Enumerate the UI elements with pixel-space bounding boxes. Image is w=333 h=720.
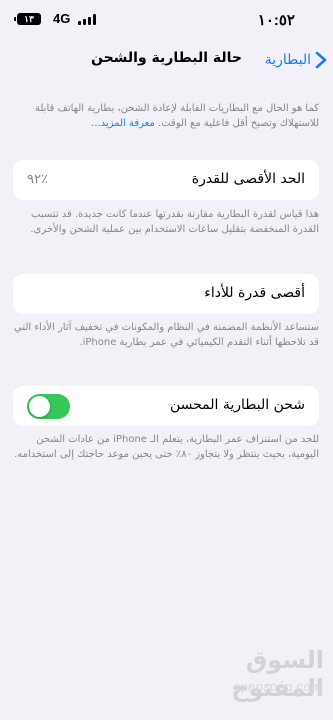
optimized-charging-toggle[interactable]: [27, 394, 70, 419]
optimized-charging-note: للحد من استنزاف عمر البطارية، يتعلم الـ …: [14, 434, 319, 460]
watermark-latin: opensooq.com: [233, 679, 322, 694]
back-button-label: البطارية: [264, 52, 311, 68]
opensooq-watermark: السوق المفتوح opensooq.com: [160, 646, 330, 706]
max-capacity-row: الحد الأقصى للقدرة ٩٢٪: [13, 160, 319, 200]
nav-bar: حالة البطارية والشحن البطارية: [0, 44, 333, 76]
max-capacity-value: ٩٢٪: [27, 172, 48, 187]
status-time: ١٠:٥٢: [257, 12, 295, 29]
peak-performance-row: أقصى قدرة للأداء: [13, 274, 319, 314]
battery-icon: ١٣: [14, 13, 41, 25]
max-capacity-label: الحد الأقصى للقدرة: [191, 171, 305, 187]
max-capacity-note: هذا قياس لقدرة البطارية مقارنة بقدرتها ع…: [30, 209, 319, 235]
back-button[interactable]: البطارية: [265, 48, 327, 72]
intro-text: كما هو الحال مع البطاريات القابلة لإعادة…: [14, 101, 319, 131]
signal-icon: [78, 14, 96, 25]
toggle-knob: [29, 396, 50, 417]
network-type: 4G: [53, 11, 71, 26]
peak-performance-note: ستساعد الأنظمة المضمنة في النظام والمكون…: [14, 322, 319, 348]
learn-more-link[interactable]: معرفة المزيد...: [91, 118, 155, 129]
peak-performance-label: أقصى قدرة للأداء: [204, 285, 305, 301]
optimized-charging-row: شحن البطارية المحسن: [13, 386, 319, 426]
status-bar: ١٣ 4G ١٠:٥٢: [0, 0, 333, 40]
chevron-right-icon: [315, 51, 327, 69]
intro-body: كما هو الحال مع البطاريات القابلة لإعادة…: [35, 103, 319, 129]
optimized-charging-label: شحن البطارية المحسن: [169, 397, 305, 413]
